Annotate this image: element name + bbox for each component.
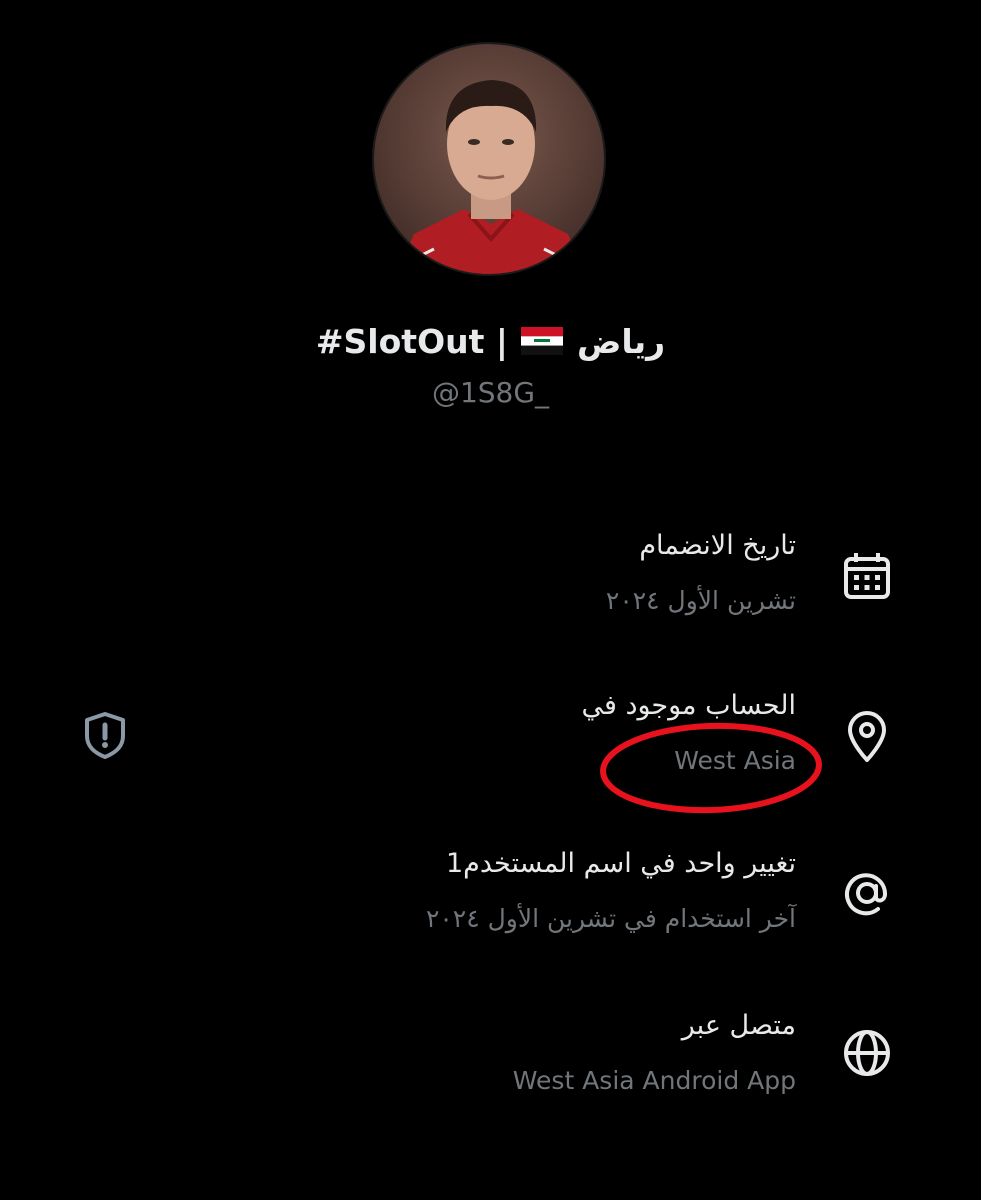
calendar-icon [838,548,896,606]
profile-avatar[interactable] [372,42,606,276]
joined-date: تشرين الأول ٢٠٢٤ [605,586,796,615]
red-circle-annotation [597,718,825,818]
iraq-flag-icon [521,324,564,363]
username-changes-detail: آخر استخدام في تشرين الأول ٢٠٢٤ [425,904,796,933]
display-name: #SlotOut | رياض [0,322,981,363]
at-sign-icon [838,864,896,922]
shield-icon[interactable] [80,710,130,760]
display-name-suffix: رياض [576,322,666,361]
connected-via-value: West Asia Android App [512,1066,796,1095]
username-changes-title: تغيير واحد في اسم المستخدم1 [445,848,796,879]
display-name-prefix: #SlotOut | [315,322,508,361]
connected-via-title: متصل عبر [681,1010,796,1041]
username-handle: @1S8G_ [431,376,550,409]
joined-title: تاريخ الانضمام [639,530,796,561]
globe-icon [838,1024,896,1082]
location-title: الحساب موجود في [581,690,796,721]
location-pin-icon [838,708,896,766]
